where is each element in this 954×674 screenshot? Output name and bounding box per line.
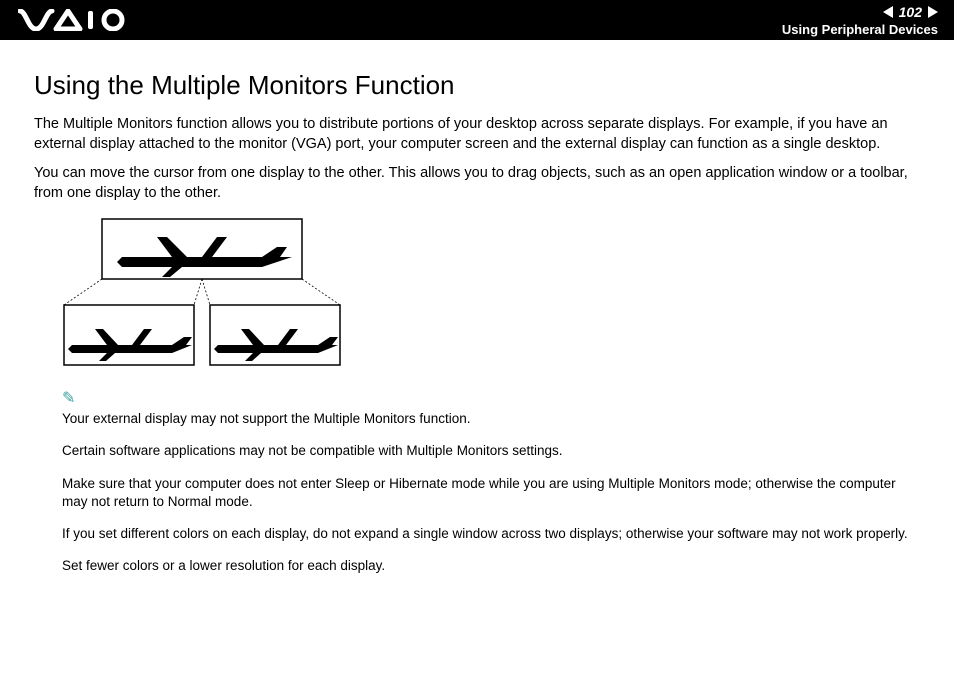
note-icon: ✎ (62, 388, 75, 408)
header-right: 102 Using Peripheral Devices (782, 4, 938, 37)
note-2: Certain software applications may not be… (62, 442, 920, 460)
note-5: Set fewer colors or a lower resolution f… (62, 557, 920, 575)
note-3: Make sure that your computer does not en… (62, 475, 920, 511)
notes-block: ✎ Your external display may not support … (62, 388, 920, 575)
vaio-logo (18, 9, 128, 31)
page-nav: 102 (883, 4, 938, 20)
diagram-svg (62, 217, 342, 367)
intro-para-2: You can move the cursor from one display… (34, 164, 920, 203)
header-section: Using Peripheral Devices (782, 22, 938, 37)
note-1: Your external display may not support th… (62, 410, 920, 428)
page-title: Using the Multiple Monitors Function (34, 70, 920, 101)
next-page-icon[interactable] (928, 6, 938, 18)
page-content: Using the Multiple Monitors Function The… (0, 40, 954, 610)
page-number: 102 (899, 4, 922, 20)
prev-page-icon[interactable] (883, 6, 893, 18)
intro-para-1: The Multiple Monitors function allows yo… (34, 115, 920, 154)
note-4: If you set different colors on each disp… (62, 525, 920, 543)
multiple-monitors-diagram (62, 217, 342, 372)
vaio-logo-svg (18, 9, 128, 31)
page-header: 102 Using Peripheral Devices (0, 0, 954, 40)
